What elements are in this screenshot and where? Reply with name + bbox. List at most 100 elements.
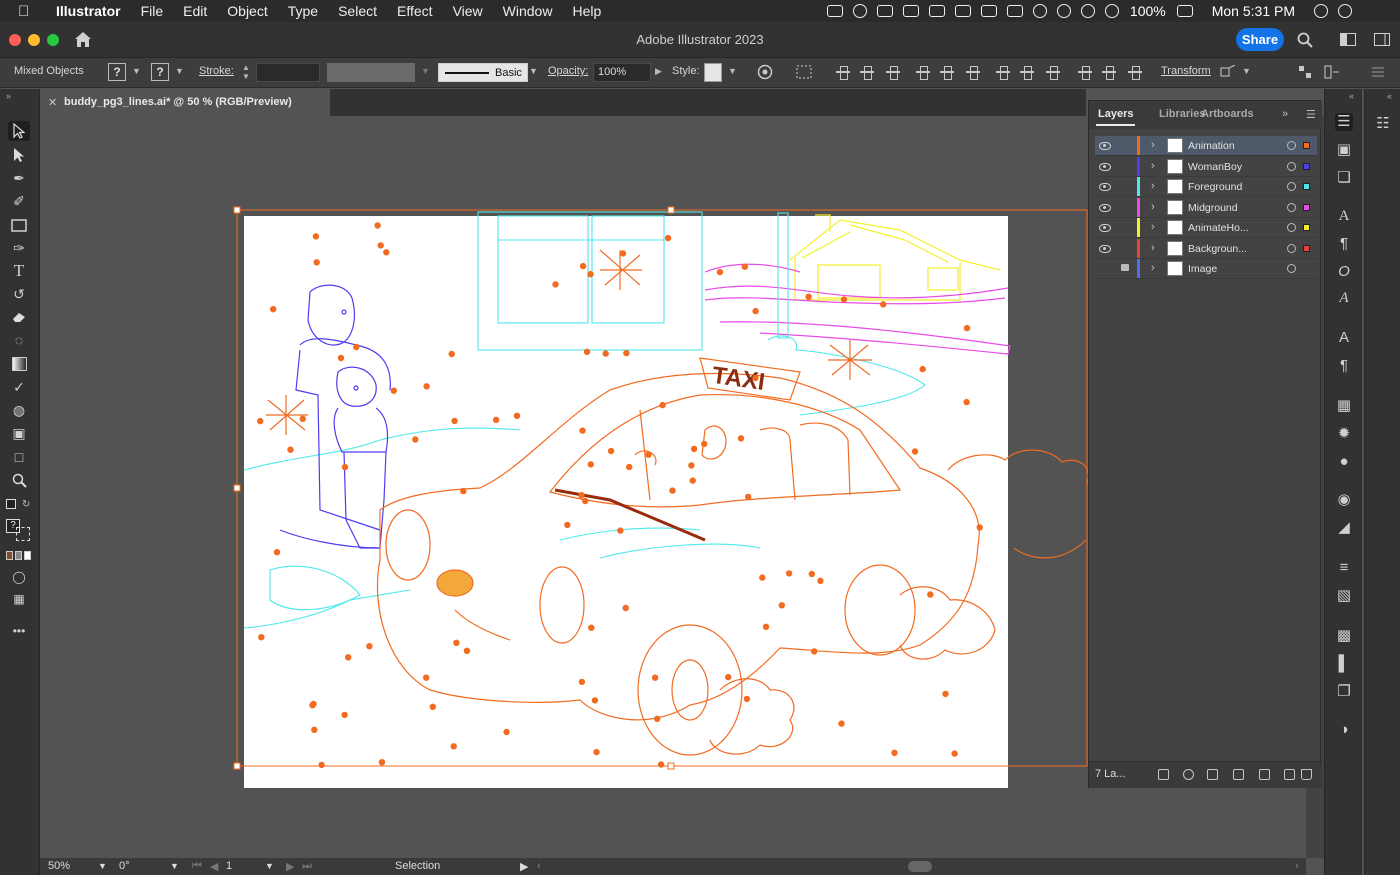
asset-export-icon[interactable]: ▣: [1335, 141, 1353, 159]
opacity-label[interactable]: Opacity:: [548, 65, 588, 77]
stroke-swatch-chevron-icon[interactable]: ▼: [175, 66, 184, 76]
align-bottom-icon[interactable]: [966, 65, 980, 80]
tools-collapse-icon[interactable]: »: [6, 91, 11, 101]
distribute-top-icon[interactable]: [996, 65, 1010, 80]
transform-panel-icon[interactable]: ▩: [1335, 627, 1353, 645]
distribute-bottom-icon[interactable]: [1046, 65, 1060, 80]
none-mode-icon[interactable]: [24, 551, 31, 560]
direct-selection-tool[interactable]: [8, 145, 30, 165]
blend-tool[interactable]: ◍: [8, 400, 30, 420]
locate-object-icon[interactable]: [1183, 769, 1194, 780]
menu-view[interactable]: View: [443, 3, 493, 19]
panel-expand-icon[interactable]: »: [1282, 108, 1288, 120]
paragraph-panel-icon[interactable]: ¶: [1335, 235, 1353, 253]
expand-chevron-icon[interactable]: ›: [1151, 160, 1155, 172]
fill-dropdown-chevron-icon[interactable]: ▼: [132, 66, 141, 76]
color-guide-icon[interactable]: ◢: [1335, 519, 1353, 537]
properties-panel-icon[interactable]: ☷: [1374, 115, 1392, 133]
selection-color-swatch[interactable]: [1303, 142, 1310, 149]
artboard-chevron-icon[interactable]: ▼: [265, 861, 274, 871]
time-machine-icon[interactable]: [1032, 4, 1047, 18]
color-mode-buttons[interactable]: [6, 551, 34, 560]
gradient-panel-icon[interactable]: ▧: [1335, 587, 1353, 605]
eyedropper-tool[interactable]: ✓: [8, 377, 30, 397]
last-artboard-icon[interactable]: ⏭: [302, 860, 312, 873]
stroke-unknown-box[interactable]: [16, 527, 30, 541]
zoom-level[interactable]: 50%: [48, 860, 70, 872]
rotate-tool[interactable]: ↺: [8, 284, 30, 304]
align-left-icon[interactable]: [836, 65, 850, 80]
type-tool[interactable]: T: [8, 261, 30, 281]
rectangle-tool[interactable]: [8, 215, 30, 235]
strip-collapse-icon[interactable]: «: [1349, 91, 1354, 101]
battery-icon[interactable]: [1176, 5, 1193, 17]
selection-color-swatch[interactable]: [1303, 224, 1310, 231]
eye-icon[interactable]: [1099, 224, 1111, 232]
sync-icon[interactable]: [852, 4, 867, 18]
layer-row[interactable]: › WomanBoy: [1095, 156, 1317, 177]
document-tab[interactable]: ✕ buddy_pg3_lines.ai* @ 50 % (RGB/Previe…: [40, 89, 330, 116]
distribute-left-icon[interactable]: [1078, 65, 1092, 80]
zoom-tool[interactable]: [8, 470, 30, 490]
first-artboard-icon[interactable]: ⏮: [192, 860, 202, 873]
distribute-right-icon[interactable]: [1128, 65, 1142, 80]
stroke-swatch[interactable]: ?: [151, 63, 169, 81]
share-button[interactable]: Share: [1236, 28, 1284, 51]
layer-name[interactable]: Animation: [1188, 140, 1283, 152]
lock-icon[interactable]: [1121, 264, 1129, 271]
close-tab-icon[interactable]: ✕: [48, 96, 57, 109]
style-chevron-icon[interactable]: ▼: [728, 66, 737, 76]
pathfinder-panel-icon[interactable]: ❐: [1335, 683, 1353, 701]
creative-cloud-icon[interactable]: [826, 5, 843, 17]
expand-chevron-icon[interactable]: ›: [1151, 262, 1155, 274]
control-bar-menu-icon[interactable]: [1372, 67, 1384, 77]
bluetooth-icon[interactable]: [1056, 4, 1071, 18]
glyphs-panel-icon[interactable]: A: [1335, 289, 1353, 307]
layer-row[interactable]: › Foreground: [1095, 177, 1317, 197]
target-circle-icon[interactable]: [1287, 141, 1296, 150]
apple-icon[interactable]: : [18, 3, 38, 20]
layer-row[interactable]: › Backgroun...: [1095, 238, 1317, 259]
layer-row[interactable]: › Midground: [1095, 197, 1317, 218]
app-menu[interactable]: Illustrator: [46, 3, 131, 19]
gradient-tool[interactable]: [8, 354, 30, 374]
wifi-icon[interactable]: [1080, 4, 1095, 18]
fill-stroke-indicator[interactable]: ?: [6, 519, 34, 541]
align-horizontal-center-icon[interactable]: [860, 65, 874, 80]
eye-icon[interactable]: [1099, 162, 1111, 171]
expand-chevron-icon[interactable]: ›: [1151, 242, 1155, 254]
target-circle-icon[interactable]: [1287, 182, 1296, 191]
menu-select[interactable]: Select: [328, 3, 387, 19]
artboard-tool[interactable]: □: [8, 447, 30, 467]
curvature-tool[interactable]: ✐: [8, 191, 30, 211]
properties-collapse-icon[interactable]: «: [1387, 91, 1392, 101]
horizontal-scroll-left-icon[interactable]: ‹: [537, 860, 541, 872]
isolate-selected-icon[interactable]: [1298, 65, 1312, 79]
tab-artboards[interactable]: Artboards: [1201, 108, 1254, 120]
menu-file[interactable]: File: [131, 3, 174, 19]
layer-row[interactable]: › AnimateHo...: [1095, 218, 1317, 238]
stroke-panel-icon[interactable]: ≡: [1335, 559, 1353, 577]
target-circle-icon[interactable]: [1287, 264, 1296, 273]
target-circle-icon[interactable]: [1287, 202, 1296, 212]
menu-type[interactable]: Type: [278, 3, 328, 19]
menu-window[interactable]: Window: [493, 3, 563, 19]
target-circle-icon[interactable]: [1287, 223, 1296, 232]
layers-panel-icon[interactable]: ☰: [1335, 113, 1353, 131]
artboards-panel-icon[interactable]: ❏: [1335, 169, 1353, 187]
collect-in-new-layer-icon[interactable]: [1233, 769, 1244, 780]
opacity-field[interactable]: 100%: [593, 63, 651, 82]
menu-effect[interactable]: Effect: [387, 3, 443, 19]
cloud-icon[interactable]: [876, 5, 893, 17]
fill-stroke-defaults-icon[interactable]: [6, 499, 16, 509]
screen-mode-icon[interactable]: ▦: [8, 589, 30, 609]
selection-color-swatch[interactable]: [1303, 162, 1310, 170]
transform-link[interactable]: Transform: [1161, 65, 1211, 77]
arrange-documents-icon[interactable]: [1340, 33, 1356, 46]
layer-name[interactable]: Midground: [1188, 202, 1283, 214]
swatches-panel-icon[interactable]: ▦: [1335, 397, 1353, 415]
layer-name[interactable]: Backgroun...: [1188, 243, 1283, 255]
shape-builder-tool[interactable]: ▣: [8, 423, 30, 443]
stroke-label[interactable]: Stroke:: [199, 65, 234, 77]
expand-chevron-icon[interactable]: ›: [1151, 221, 1155, 233]
